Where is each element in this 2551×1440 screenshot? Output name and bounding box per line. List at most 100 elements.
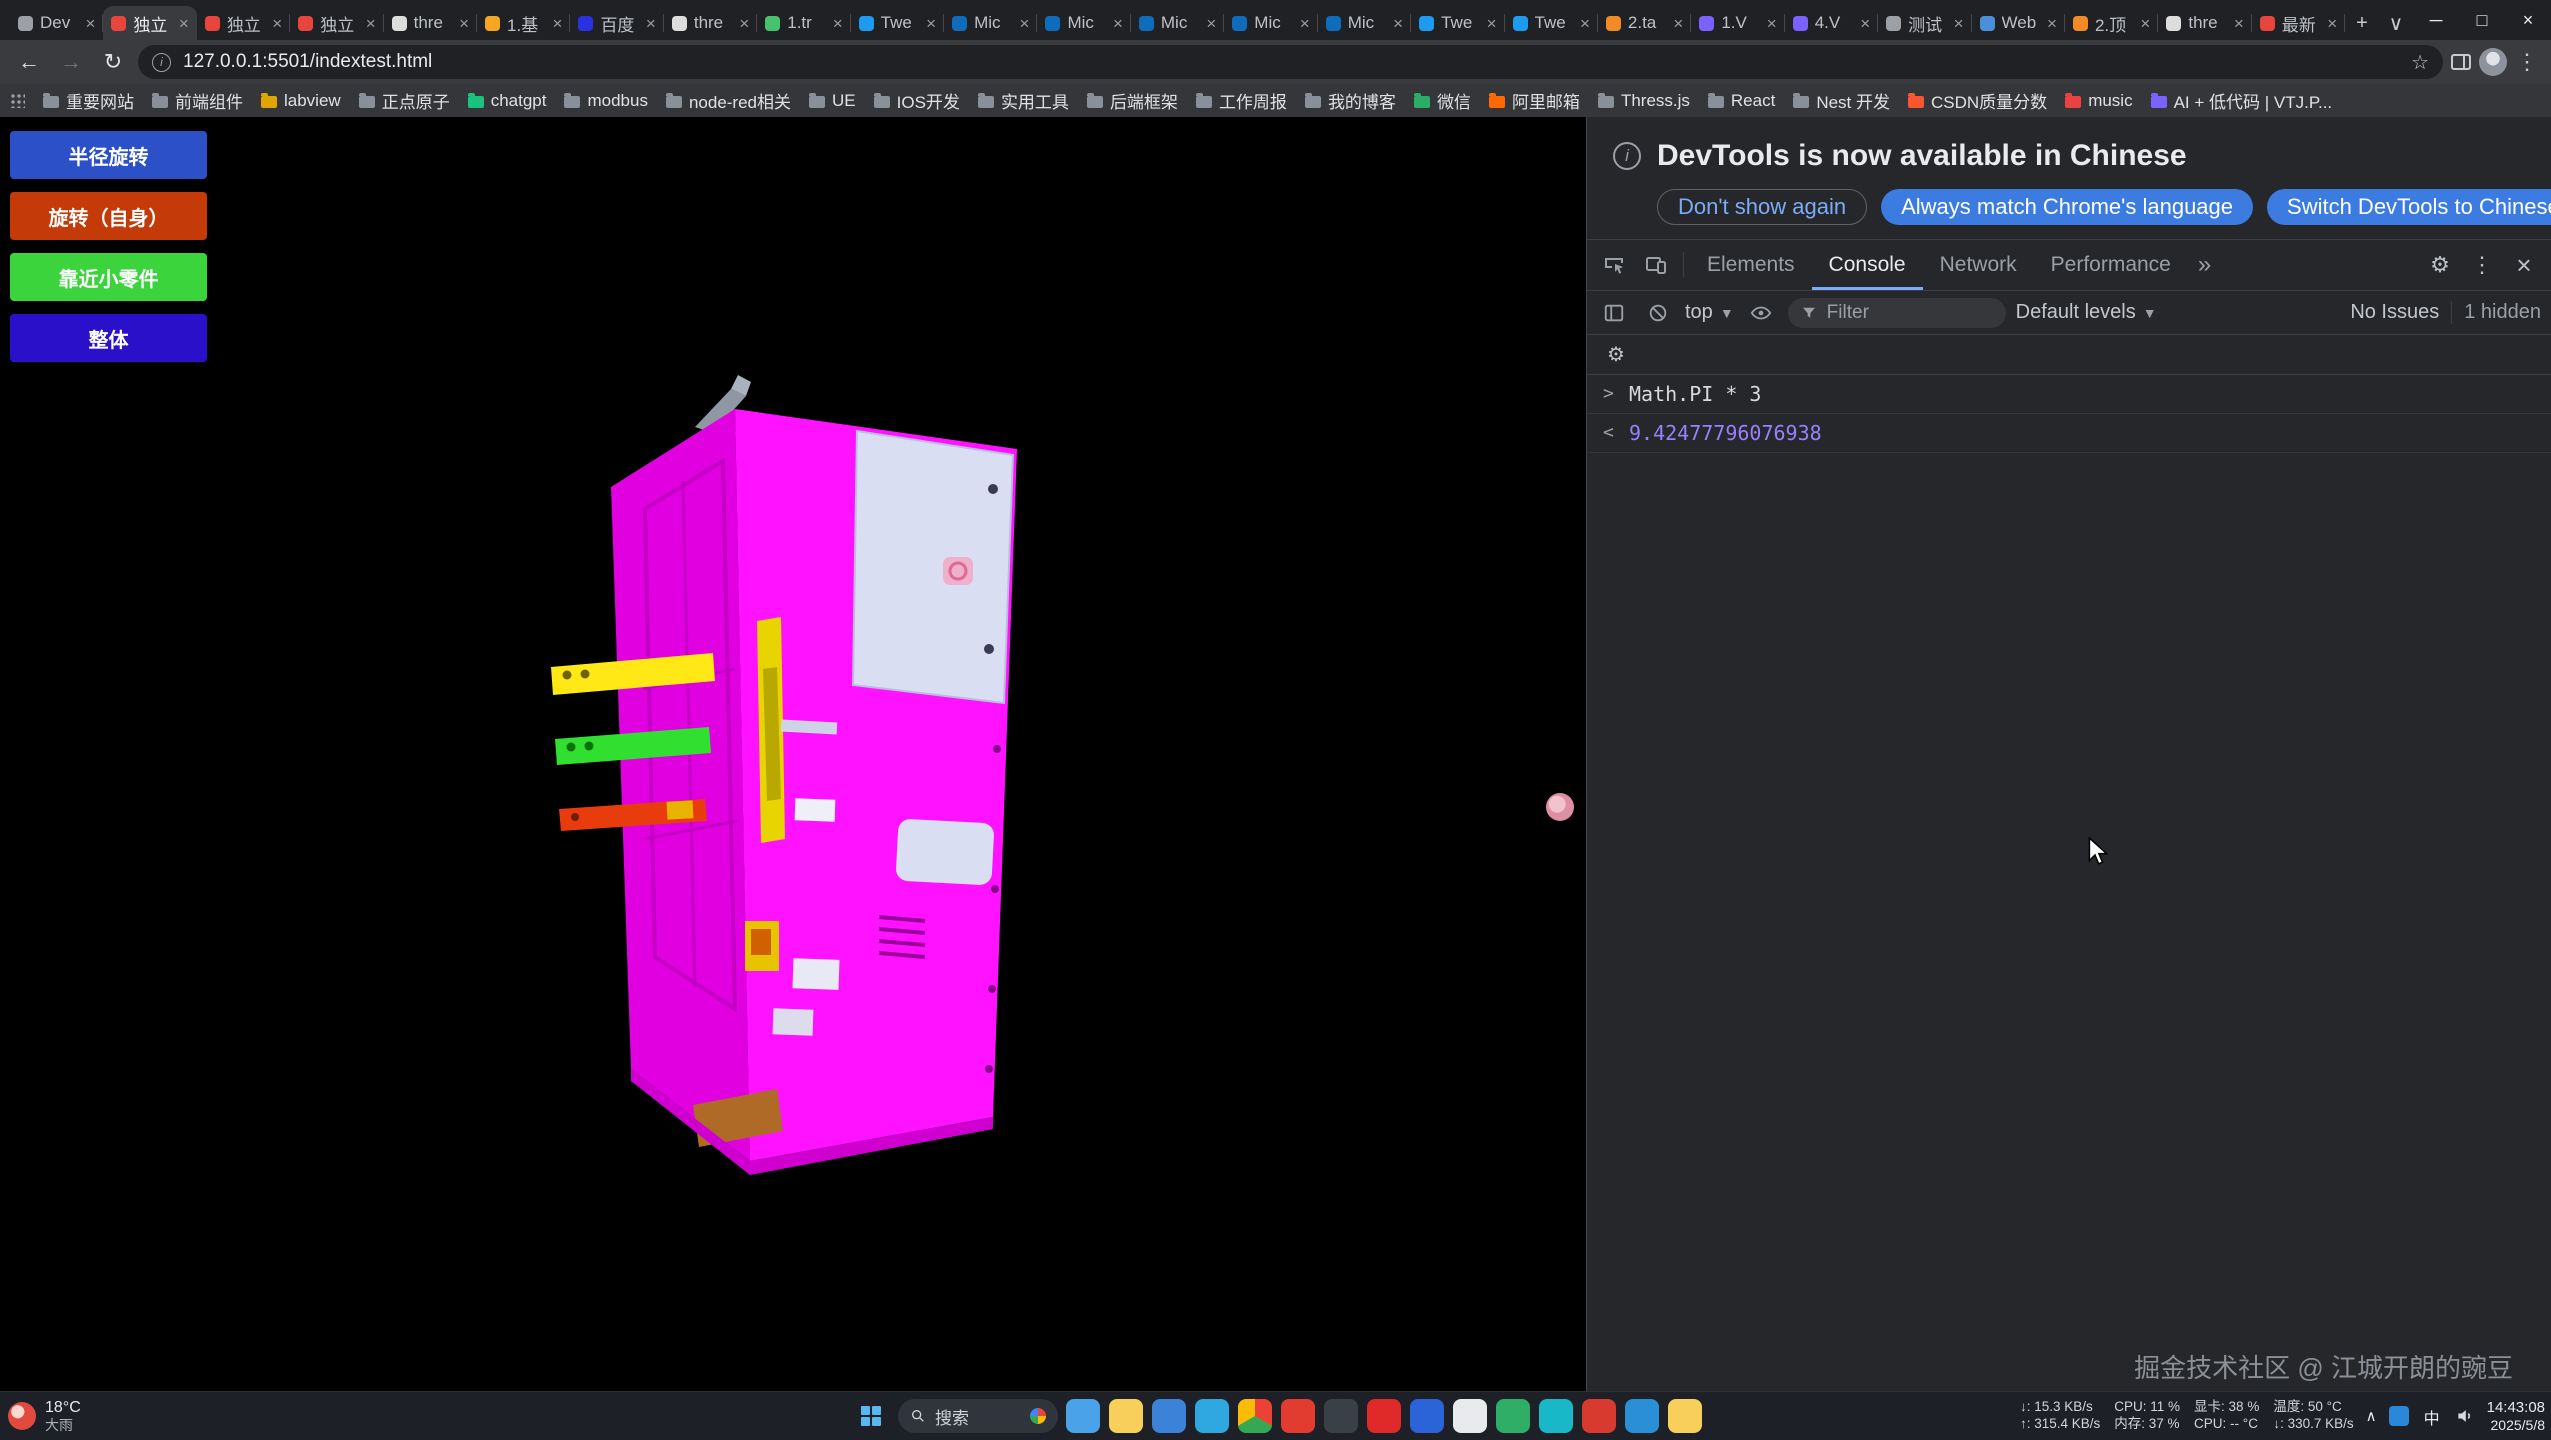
browser-tab[interactable]: Web ×: [1972, 6, 2065, 40]
bookmark-item[interactable]: chatgpt: [460, 88, 555, 114]
browser-tab[interactable]: 独立 ×: [103, 6, 196, 40]
devtools-tab[interactable]: Elements: [1690, 240, 1812, 290]
tray-app-icon[interactable]: [2389, 1406, 2409, 1426]
start-button[interactable]: [852, 1397, 890, 1435]
browser-tab[interactable]: 1.基 ×: [477, 6, 570, 40]
profile-avatar[interactable]: [2479, 48, 2507, 76]
taskbar-app-icon[interactable]: [1367, 1399, 1401, 1433]
back-icon[interactable]: ←: [12, 45, 46, 79]
tab-close-icon[interactable]: ×: [2140, 15, 2150, 32]
tab-close-icon[interactable]: ×: [2234, 15, 2244, 32]
bookmark-item[interactable]: 重要网站: [35, 85, 142, 116]
console-log-area[interactable]: > Math.PI * 3 < 9.42477796076938: [1587, 375, 2551, 1391]
refresh-icon[interactable]: ↻: [96, 45, 130, 79]
browser-tab[interactable]: 最新 ×: [2252, 6, 2345, 40]
tab-close-icon[interactable]: ×: [179, 15, 189, 32]
tab-close-icon[interactable]: ×: [646, 15, 656, 32]
browser-tab[interactable]: thre ×: [2158, 6, 2251, 40]
browser-tab[interactable]: Mic ×: [1131, 6, 1224, 40]
threejs-canvas[interactable]: [545, 369, 1065, 1229]
switch-language-button[interactable]: Switch DevTools to Chinese: [2267, 189, 2551, 225]
tab-close-icon[interactable]: ×: [1580, 15, 1590, 32]
tab-close-icon[interactable]: ×: [1673, 15, 1683, 32]
tab-close-icon[interactable]: ×: [1393, 15, 1403, 32]
bookmark-item[interactable]: Thress.js: [1590, 88, 1698, 114]
devtools-tab[interactable]: Performance: [2034, 240, 2188, 290]
device-toolbar-icon[interactable]: [1635, 244, 1677, 286]
devtools-settings-icon[interactable]: ⚙: [2419, 244, 2461, 286]
bookmark-item[interactable]: Nest 开发: [1785, 85, 1898, 116]
taskbar-app-icon[interactable]: [1582, 1399, 1616, 1433]
floating-widget[interactable]: [1546, 793, 1574, 821]
console-settings-gear-icon[interactable]: ⚙: [1599, 338, 1633, 372]
browser-tab[interactable]: Mic ×: [944, 6, 1037, 40]
browser-tab[interactable]: Mic ×: [1224, 6, 1317, 40]
bookmark-item[interactable]: 工作周报: [1188, 85, 1295, 116]
console-filter[interactable]: [1788, 298, 2006, 328]
bookmark-item[interactable]: 后端框架: [1079, 85, 1186, 116]
ime-indicator[interactable]: 中: [2421, 1405, 2443, 1427]
browser-tab[interactable]: Twe ×: [1411, 6, 1504, 40]
browser-menu-icon[interactable]: ⋮: [2515, 49, 2539, 75]
tab-close-icon[interactable]: ×: [1206, 15, 1216, 32]
bookmark-item[interactable]: node-red相关: [658, 85, 799, 116]
forward-icon[interactable]: →: [54, 45, 88, 79]
tab-close-icon[interactable]: ×: [553, 15, 563, 32]
tab-close-icon[interactable]: ×: [2047, 15, 2057, 32]
taskbar-app-icon[interactable]: [1152, 1399, 1186, 1433]
taskbar-app-icon[interactable]: [1066, 1399, 1100, 1433]
tab-close-icon[interactable]: ×: [1954, 15, 1964, 32]
url-text[interactable]: 127.0.0.1:5501/indextest.html: [183, 51, 2399, 73]
browser-tab[interactable]: Dev ×: [10, 6, 103, 40]
execution-context-selector[interactable]: top▼: [1685, 301, 1734, 324]
browser-tab[interactable]: 1.tr ×: [757, 6, 850, 40]
bookmark-item[interactable]: modbus: [556, 88, 655, 114]
browser-tab[interactable]: Mic ×: [1318, 6, 1411, 40]
live-expression-eye-icon[interactable]: [1744, 296, 1778, 330]
browser-tab[interactable]: 百度 ×: [570, 6, 663, 40]
console-input-entry[interactable]: > Math.PI * 3: [1587, 375, 2551, 414]
scene-control-button[interactable]: 旋转（自身）: [10, 192, 207, 240]
tab-close-icon[interactable]: ×: [739, 15, 749, 32]
browser-tab[interactable]: Mic ×: [1037, 6, 1130, 40]
taskbar-app-icon[interactable]: [1195, 1399, 1229, 1433]
clear-console-icon[interactable]: [1641, 296, 1675, 330]
taskbar-app-icon[interactable]: [1238, 1399, 1272, 1433]
browser-tab[interactable]: Twe ×: [851, 6, 944, 40]
tab-close-icon[interactable]: ×: [1767, 15, 1777, 32]
tab-close-icon[interactable]: ×: [1487, 15, 1497, 32]
tab-close-icon[interactable]: ×: [1860, 15, 1870, 32]
bookmark-item[interactable]: CSDN质量分数: [1900, 85, 2055, 116]
tray-expand-icon[interactable]: ∧: [2366, 1407, 2377, 1425]
scene-control-button[interactable]: 整体: [10, 314, 207, 362]
site-info-icon[interactable]: i: [152, 53, 171, 72]
taskbar-clock[interactable]: 14:43:08 2025/5/8: [2487, 1399, 2545, 1434]
issues-status[interactable]: No Issues: [2350, 301, 2439, 324]
bookmark-item[interactable]: 阿里邮箱: [1481, 85, 1588, 116]
bookmark-item[interactable]: 我的博客: [1297, 85, 1404, 116]
bookmark-item[interactable]: labview: [253, 88, 349, 114]
tab-close-icon[interactable]: ×: [833, 15, 843, 32]
scene-control-button[interactable]: 半径旋转: [10, 131, 207, 179]
console-sidebar-icon[interactable]: [1597, 296, 1631, 330]
side-panel-icon[interactable]: [2451, 54, 2471, 70]
browser-tab[interactable]: 独立 ×: [290, 6, 383, 40]
bookmark-item[interactable]: IOS开发: [866, 85, 968, 116]
more-tabs-icon[interactable]: »: [2188, 251, 2221, 279]
browser-tab[interactable]: 独立 ×: [197, 6, 290, 40]
apps-grid-icon[interactable]: [10, 93, 25, 108]
taskbar-weather-widget[interactable]: 18°C 大雨: [8, 1392, 81, 1440]
browser-tab[interactable]: thre ×: [384, 6, 477, 40]
bookmark-item[interactable]: 正点原子: [351, 85, 458, 116]
taskbar-app-icon[interactable]: [1410, 1399, 1444, 1433]
maximize-button[interactable]: □: [2459, 0, 2505, 40]
tab-close-icon[interactable]: ×: [1113, 15, 1123, 32]
bookmark-item[interactable]: AI + 低代码 | VTJ.P...: [2143, 85, 2341, 116]
bookmark-item[interactable]: music: [2057, 88, 2140, 114]
dont-show-again-button[interactable]: Don't show again: [1657, 189, 1867, 225]
bookmark-star-icon[interactable]: ☆: [2411, 50, 2429, 75]
hidden-messages-link[interactable]: 1 hidden: [2451, 301, 2541, 324]
tab-close-icon[interactable]: ×: [272, 15, 282, 32]
browser-tab[interactable]: Twe ×: [1505, 6, 1598, 40]
filter-input[interactable]: [1827, 302, 1967, 324]
